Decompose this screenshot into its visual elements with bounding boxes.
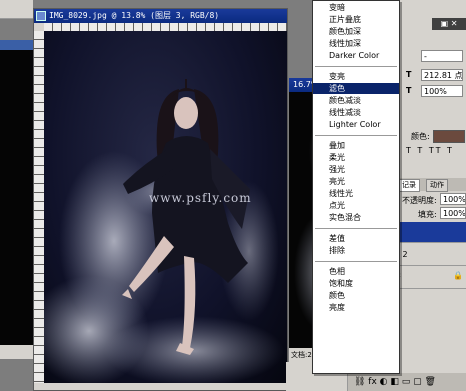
photo-illustration bbox=[44, 79, 284, 383]
color-label: 颜色: bbox=[411, 132, 430, 141]
blend-mode-option[interactable]: 叠加 bbox=[313, 140, 399, 151]
blend-mode-option[interactable]: 点光 bbox=[313, 200, 399, 211]
font-style-select[interactable]: - bbox=[421, 50, 463, 62]
blend-mode-option[interactable]: Darker Color bbox=[313, 50, 399, 61]
blend-mode-option[interactable]: 滤色 bbox=[313, 83, 399, 94]
menu-separator bbox=[315, 135, 397, 136]
text-style-buttons[interactable]: T T TT T bbox=[406, 146, 464, 158]
blend-mode-option[interactable]: 差值 bbox=[313, 233, 399, 244]
opacity-label: 不透明度: bbox=[402, 196, 437, 205]
image-canvas[interactable]: www.psfly.com bbox=[44, 31, 287, 383]
fill-label: 填充: bbox=[418, 210, 437, 219]
document-titlebar[interactable]: IMG_8029.jpg @ 13.8% (图层 3, RGB/8) bbox=[34, 9, 287, 23]
background-document-titlebar[interactable] bbox=[0, 40, 33, 50]
vertical-ruler[interactable] bbox=[34, 31, 44, 383]
horizontal-scale-icon: T bbox=[406, 86, 412, 95]
blend-mode-option[interactable]: 强光 bbox=[313, 164, 399, 175]
lock-icon: 🔒 bbox=[453, 271, 463, 280]
menu-separator bbox=[315, 228, 397, 229]
tab-actions[interactable]: 动作 bbox=[426, 179, 448, 192]
blend-mode-option[interactable]: 颜色 bbox=[313, 290, 399, 301]
blend-mode-option[interactable]: 变暗 bbox=[313, 2, 399, 13]
blend-mode-option[interactable]: 亮度 bbox=[313, 302, 399, 313]
blend-mode-option[interactable]: 线性加深 bbox=[313, 38, 399, 49]
blend-mode-option[interactable]: 色相 bbox=[313, 266, 399, 277]
horizontal-scale-field[interactable]: 100% bbox=[421, 85, 463, 97]
horizontal-ruler[interactable] bbox=[44, 23, 287, 31]
blend-mode-menu[interactable]: 变暗 正片叠底 颜色加深 线性加深 Darker Color 变亮 滤色 颜色减淡 线性减淡 Li… bbox=[312, 0, 400, 374]
blend-mode-option[interactable]: 线性减淡 bbox=[313, 107, 399, 118]
photoshop-document-icon bbox=[36, 10, 46, 21]
blend-mode-option[interactable]: 柔光 bbox=[313, 152, 399, 163]
font-size-field[interactable]: 212.81 点 bbox=[421, 69, 463, 81]
background-document-left[interactable] bbox=[0, 40, 33, 348]
blend-mode-option[interactable]: 亮光 bbox=[313, 176, 399, 187]
document-window[interactable]: IMG_8029.jpg @ 13.8% (图层 3, RGB/8) www.p… bbox=[33, 8, 288, 391]
blend-mode-option[interactable]: 线性光 bbox=[313, 188, 399, 199]
panel-menu-icon[interactable]: ▣ ✕ bbox=[432, 18, 466, 30]
menu-separator bbox=[315, 66, 397, 67]
tab-history[interactable]: 记录 bbox=[398, 179, 420, 192]
blend-mode-option[interactable]: 排除 bbox=[313, 245, 399, 256]
blend-mode-option[interactable]: 颜色加深 bbox=[313, 26, 399, 37]
text-color-swatch[interactable] bbox=[433, 130, 465, 143]
blend-mode-option[interactable]: 实色混合 bbox=[313, 212, 399, 223]
menu-separator bbox=[315, 261, 397, 262]
layer-action-icons[interactable]: ⛓ fx ◐ ◧ ▭ ▢ 🗑 bbox=[348, 377, 436, 387]
blend-mode-option[interactable]: 颜色减淡 bbox=[313, 95, 399, 106]
left-status-bar bbox=[0, 345, 33, 359]
font-size-icon: T bbox=[406, 70, 412, 79]
document-title: IMG_8029.jpg @ 13.8% (图层 3, RGB/8) bbox=[49, 11, 220, 20]
blend-mode-option[interactable]: Lighter Color bbox=[313, 119, 399, 130]
blend-mode-option[interactable]: 变亮 bbox=[313, 71, 399, 82]
fill-field[interactable]: 100% bbox=[440, 207, 466, 219]
watermark-text: www.psfly.com bbox=[149, 191, 252, 205]
layers-panel-footer: ⛓ fx ◐ ◧ ▭ ▢ 🗑 bbox=[348, 373, 466, 391]
left-ruler-strip bbox=[0, 0, 33, 19]
blend-mode-option[interactable]: 正片叠底 bbox=[313, 14, 399, 25]
blend-mode-option[interactable]: 饱和度 bbox=[313, 278, 399, 289]
opacity-field[interactable]: 100% bbox=[440, 193, 466, 205]
